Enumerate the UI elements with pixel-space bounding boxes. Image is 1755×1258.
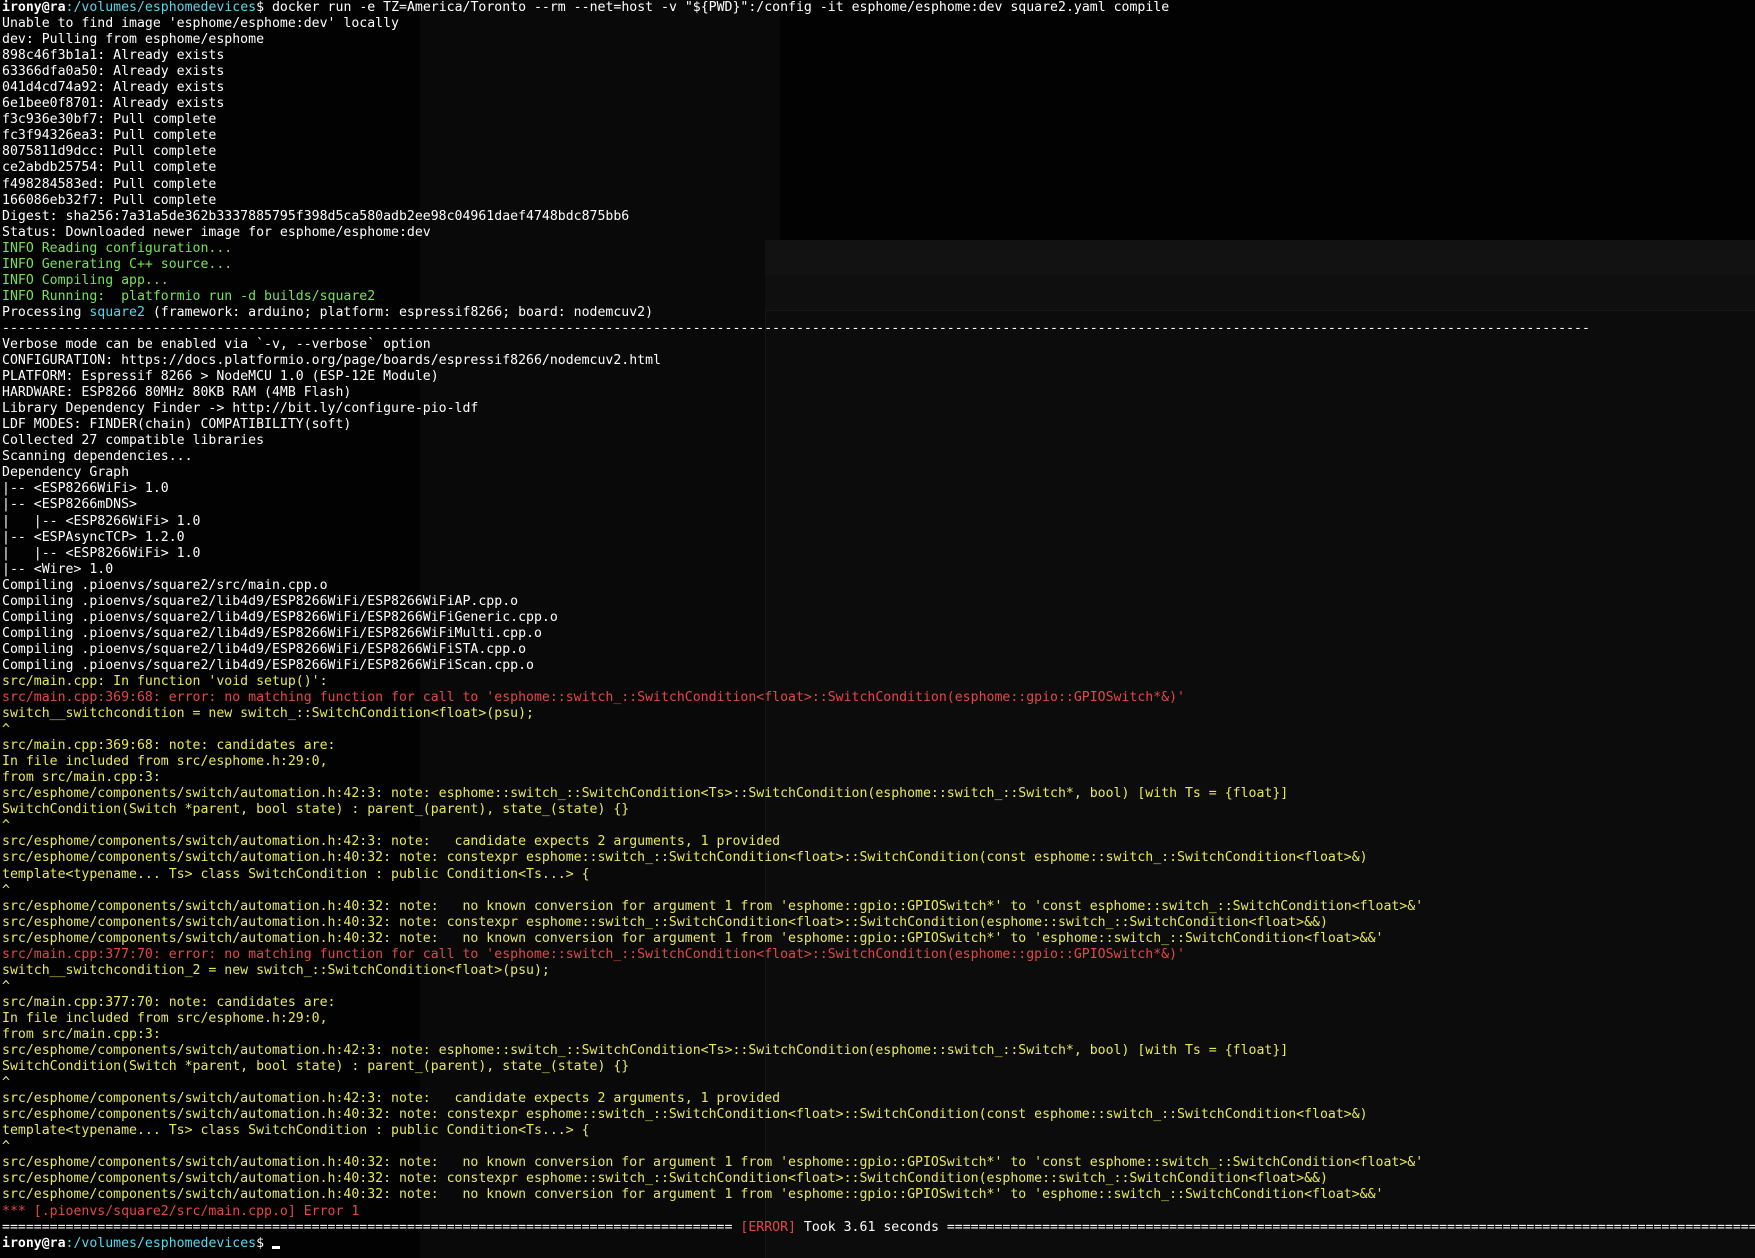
build-summary-line: ========================================…	[2, 1220, 1755, 1236]
output-line: src/esphome/components/switch/automation…	[2, 1043, 1289, 1059]
output-line: src/main.cpp: In function 'void setup()'…	[2, 673, 328, 689]
output-line: Compiling .pioenvs/square2/src/main.cpp.…	[2, 577, 328, 593]
final-prompt-line[interactable]: irony@ra:/volumes/esphomedevices$	[2, 1236, 1755, 1252]
output-line: In file included from src/esphome.h:29:0…	[2, 1010, 328, 1026]
output-line: Digest: sha256:7a31a5de362b3337885795f39…	[2, 208, 630, 224]
output-line: In file included from src/esphome.h:29:0…	[2, 754, 328, 770]
output-line: src/esphome/components/switch/automation…	[2, 914, 1328, 930]
terminal-cursor	[271, 1245, 280, 1249]
output-line: Verbose mode can be enabled via `-v, --v…	[2, 336, 431, 352]
output-line: f498284583ed: Pull complete	[2, 176, 217, 192]
output-line: 8075811d9dcc: Pull complete	[2, 144, 217, 160]
output-line: | |-- <ESP8266WiFi> 1.0	[2, 513, 201, 529]
output-line: ----------------------------------------…	[2, 320, 1590, 336]
output-line: src/esphome/components/switch/automation…	[2, 1187, 1384, 1203]
output-line: ^	[2, 1075, 10, 1091]
output-line: 63366dfa0a50: Already exists	[2, 64, 225, 80]
output-line: PLATFORM: Espressif 8266 > NodeMCU 1.0 (…	[2, 369, 439, 385]
output-line: ^	[2, 1139, 10, 1155]
output-line: HARDWARE: ESP8266 80MHz 80KB RAM (4MB Fl…	[2, 385, 352, 401]
output-line: switch__switchcondition = new switch_::S…	[2, 706, 534, 722]
output-line: Compiling .pioenvs/square2/lib4d9/ESP826…	[2, 625, 542, 641]
summary-error-tag: [ERROR]	[740, 1219, 796, 1235]
final-prompt-path: :/volumes/esphomedevices	[65, 1235, 257, 1251]
project-name: square2	[89, 304, 145, 320]
output-lines: Unable to find image 'esphome/esphome:de…	[2, 16, 1755, 1220]
prompt-command: docker run -e TZ=America/Toronto --rm --…	[271, 0, 1170, 15]
summary-dashes-left: ========================================…	[2, 1219, 733, 1235]
summary-dashes-right: ========================================…	[946, 1219, 1755, 1235]
output-line: ^	[2, 882, 10, 898]
output-line: SwitchCondition(Switch *parent, bool sta…	[2, 1059, 630, 1075]
output-line: ^	[2, 722, 10, 738]
output-line: INFO Generating C++ source...	[2, 256, 233, 272]
output-line: src/esphome/components/switch/automation…	[2, 786, 1289, 802]
terminal-output: irony@ra:/volumes/esphomedevices$ docker…	[2, 0, 1755, 1252]
output-line: src/main.cpp:369:68: error: no matching …	[2, 690, 1185, 706]
output-line: src/main.cpp:369:68: note: candidates ar…	[2, 738, 336, 754]
output-line: ^	[2, 978, 10, 994]
output-line: INFO Compiling app...	[2, 272, 169, 288]
output-line: Compiling .pioenvs/square2/lib4d9/ESP826…	[2, 641, 527, 657]
output-line: src/esphome/components/switch/automation…	[2, 898, 1424, 914]
terminal-window[interactable]: irony@ra:/volumes/esphomedevices$ docker…	[0, 0, 1755, 1258]
output-line: Unable to find image 'esphome/esphome:de…	[2, 16, 399, 32]
output-line: src/esphome/components/switch/automation…	[2, 1107, 1368, 1123]
output-line: Compiling .pioenvs/square2/lib4d9/ESP826…	[2, 593, 519, 609]
output-line: 898c46f3b1a1: Already exists	[2, 48, 225, 64]
output-line: |-- <ESP8266WiFi> 1.0	[2, 481, 169, 497]
output-line: Library Dependency Finder -> http://bit.…	[2, 401, 479, 417]
output-line: ^	[2, 818, 10, 834]
output-line: src/main.cpp:377:70: note: candidates ar…	[2, 994, 336, 1010]
output-line: Compiling .pioenvs/square2/lib4d9/ESP826…	[2, 657, 534, 673]
output-line: src/esphome/components/switch/automation…	[2, 850, 1368, 866]
output-line: dev: Pulling from esphome/esphome	[2, 32, 265, 48]
output-line: Scanning dependencies...	[2, 449, 193, 465]
output-line: fc3f94326ea3: Pull complete	[2, 128, 217, 144]
output-line: template<typename... Ts> class SwitchCon…	[2, 1123, 590, 1139]
output-line: 166086eb32f7: Pull complete	[2, 192, 217, 208]
output-line: from src/main.cpp:3:	[2, 1027, 161, 1042]
final-prompt-user: irony@ra	[2, 1235, 66, 1251]
output-line: src/main.cpp:377:70: error: no matching …	[2, 946, 1185, 962]
output-line: Compiling .pioenvs/square2/lib4d9/ESP826…	[2, 609, 558, 625]
command-prompt-line: irony@ra:/volumes/esphomedevices$ docker…	[2, 0, 1755, 16]
output-line: INFO Reading configuration...	[2, 240, 233, 256]
output-line: template<typename... Ts> class SwitchCon…	[2, 866, 590, 882]
output-line: CONFIGURATION: https://docs.platformio.o…	[2, 353, 661, 369]
output-line: src/esphome/components/switch/automation…	[2, 1091, 781, 1107]
final-prompt-dollar: $	[256, 1235, 272, 1251]
output-line: *** [.pioenvs/square2/src/main.cpp.o] Er…	[2, 1203, 360, 1219]
output-line: src/esphome/components/switch/automation…	[2, 1171, 1328, 1187]
prompt-dollar: $	[256, 0, 272, 15]
output-line: LDF MODES: FINDER(chain) COMPATIBILITY(s…	[2, 417, 352, 433]
output-line: f3c936e30bf7: Pull complete	[2, 112, 217, 128]
output-line: Status: Downloaded newer image for espho…	[2, 224, 431, 240]
output-line: switch__switchcondition_2 = new switch_:…	[2, 962, 550, 978]
output-line: 041d4cd74a92: Already exists	[2, 80, 225, 96]
output-line: | |-- <ESP8266WiFi> 1.0	[2, 545, 201, 561]
output-line: INFO Running: platformio run -d builds/s…	[2, 288, 376, 304]
output-line: src/esphome/components/switch/automation…	[2, 1155, 1424, 1171]
output-line: from src/main.cpp:3:	[2, 770, 161, 786]
output-line: SwitchCondition(Switch *parent, bool sta…	[2, 802, 630, 818]
output-line: src/esphome/components/switch/automation…	[2, 930, 1384, 946]
output-line: Collected 27 compatible libraries	[2, 433, 265, 449]
output-line: 6e1bee0f8701: Already exists	[2, 96, 225, 112]
prompt-path: :/volumes/esphomedevices	[65, 0, 257, 15]
output-line: Dependency Graph	[2, 465, 130, 481]
output-line: |-- <ESP8266mDNS>	[2, 497, 137, 513]
summary-took: Took 3.61 seconds	[795, 1219, 947, 1235]
output-line: ce2abdb25754: Pull complete	[2, 160, 217, 176]
output-line: Processing square2 (framework: arduino; …	[2, 304, 654, 320]
output-line: |-- <Wire> 1.0	[2, 561, 114, 577]
output-line: |-- <ESPAsyncTCP> 1.2.0	[2, 529, 185, 545]
output-line: src/esphome/components/switch/automation…	[2, 834, 781, 850]
prompt-user: irony@ra	[2, 0, 66, 15]
